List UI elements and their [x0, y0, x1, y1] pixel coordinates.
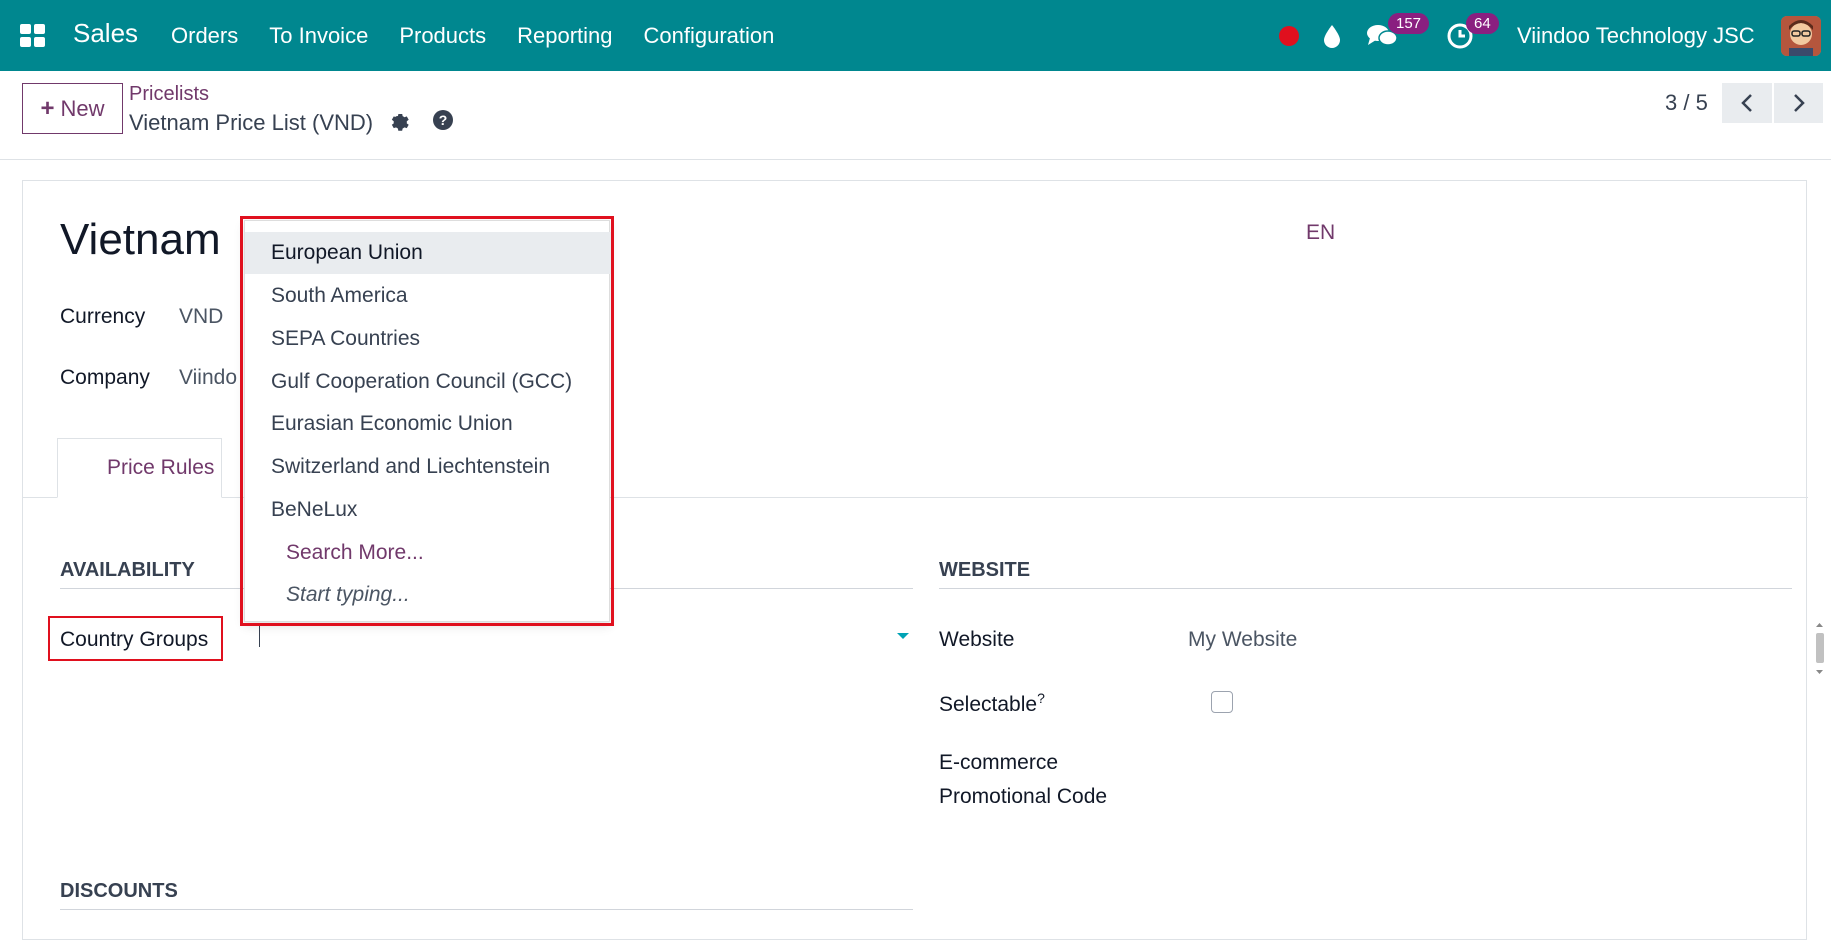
- dropdown-option-switzerland-liechtenstein[interactable]: Switzerland and Liechtenstein: [245, 446, 611, 488]
- record-indicator-icon[interactable]: [1279, 0, 1299, 71]
- availability-section-title: AVAILABILITY: [60, 559, 195, 581]
- control-panel: + New Pricelists Vietnam Price List (VND)…: [0, 71, 1831, 160]
- ecommerce-code-label-line2: Promotional Code: [939, 785, 1108, 808]
- activities-clock-icon[interactable]: [1447, 0, 1473, 71]
- company-field[interactable]: Viindo: [179, 366, 237, 390]
- text-caret: [259, 625, 260, 647]
- tab-price-rules-label: Price Rules: [107, 456, 215, 479]
- dropdown-option-gcc[interactable]: Gulf Cooperation Council (GCC): [245, 361, 611, 403]
- new-button-label: New: [60, 95, 105, 121]
- dropdown-option-european-union[interactable]: European Union: [245, 232, 611, 274]
- country-groups-highlight: [48, 616, 223, 661]
- svg-text:?: ?: [439, 112, 448, 128]
- dropdown-option-benelux[interactable]: BeNeLux: [245, 489, 611, 531]
- selectable-label: Selectable?: [939, 690, 1045, 717]
- activities-count-badge: 64: [1466, 13, 1499, 34]
- menu-item-to-invoice[interactable]: To Invoice: [269, 23, 368, 49]
- scrollbar-thumb[interactable]: [1816, 633, 1824, 663]
- breadcrumb-parent[interactable]: Pricelists: [129, 83, 209, 106]
- user-avatar[interactable]: [1781, 16, 1821, 56]
- menu-item-orders[interactable]: Orders: [171, 23, 238, 49]
- country-groups-dropdown: European Union South America SEPA Countr…: [244, 220, 611, 622]
- caret-down-icon[interactable]: [897, 633, 909, 639]
- pager-value[interactable]: 3 / 5: [1665, 90, 1708, 116]
- messages-icon[interactable]: [1366, 0, 1398, 71]
- selectable-label-text: Selectable: [939, 693, 1038, 716]
- selectable-help-icon[interactable]: ?: [1037, 690, 1045, 706]
- breadcrumb-current: Vietnam Price List (VND): [129, 110, 374, 135]
- discounts-section-title: DISCOUNTS: [60, 880, 178, 902]
- ecommerce-code-label-line1: E-commerce: [939, 751, 1059, 774]
- dropdown-option-south-america[interactable]: South America: [245, 275, 611, 317]
- dropdown-search-more[interactable]: Search More...: [245, 532, 611, 574]
- gear-icon[interactable]: [388, 111, 410, 133]
- language-button[interactable]: EN: [1306, 221, 1335, 245]
- currency-label: Currency: [60, 305, 146, 328]
- app-name[interactable]: Sales: [73, 18, 138, 49]
- drop-icon[interactable]: [1323, 0, 1341, 71]
- discounts-divider: [60, 909, 913, 910]
- company-label: Company: [60, 366, 150, 389]
- menu-item-products[interactable]: Products: [399, 23, 486, 49]
- chevron-left-icon: [1741, 94, 1752, 112]
- record-title[interactable]: Vietnam: [60, 215, 221, 265]
- website-divider: [939, 588, 1792, 589]
- dropdown-option-sepa-countries[interactable]: SEPA Countries: [245, 318, 611, 360]
- currency-field[interactable]: VND: [179, 305, 223, 329]
- dropdown-start-typing: Start typing...: [286, 583, 410, 606]
- main-menu: Orders To Invoice Products Reporting Con…: [171, 23, 805, 49]
- website-section-title: WEBSITE: [939, 559, 1031, 581]
- tab-price-rules[interactable]: Price Rules: [57, 438, 222, 498]
- plus-icon: +: [40, 94, 55, 122]
- help-icon[interactable]: ?: [432, 109, 454, 131]
- apps-menu-icon[interactable]: [20, 24, 46, 47]
- top-navbar: Sales Orders To Invoice Products Reporti…: [0, 0, 1831, 71]
- pager-previous-button[interactable]: [1722, 83, 1772, 123]
- pager-next-button[interactable]: [1773, 83, 1823, 123]
- new-button[interactable]: + New: [22, 83, 123, 134]
- chevron-right-icon: [1793, 94, 1805, 112]
- website-field[interactable]: My Website: [1188, 628, 1297, 652]
- dropdown-option-eurasian-economic-union[interactable]: Eurasian Economic Union: [245, 403, 611, 445]
- website-label: Website: [939, 628, 1015, 651]
- menu-item-configuration[interactable]: Configuration: [644, 23, 775, 49]
- messages-count-badge: 157: [1388, 13, 1430, 34]
- company-switcher[interactable]: Viindoo Technology JSC: [1517, 23, 1755, 49]
- tabs-scrollbar[interactable]: [1813, 621, 1826, 676]
- country-groups-input[interactable]: [259, 621, 909, 651]
- selectable-checkbox[interactable]: [1211, 691, 1233, 713]
- menu-item-reporting[interactable]: Reporting: [517, 23, 612, 49]
